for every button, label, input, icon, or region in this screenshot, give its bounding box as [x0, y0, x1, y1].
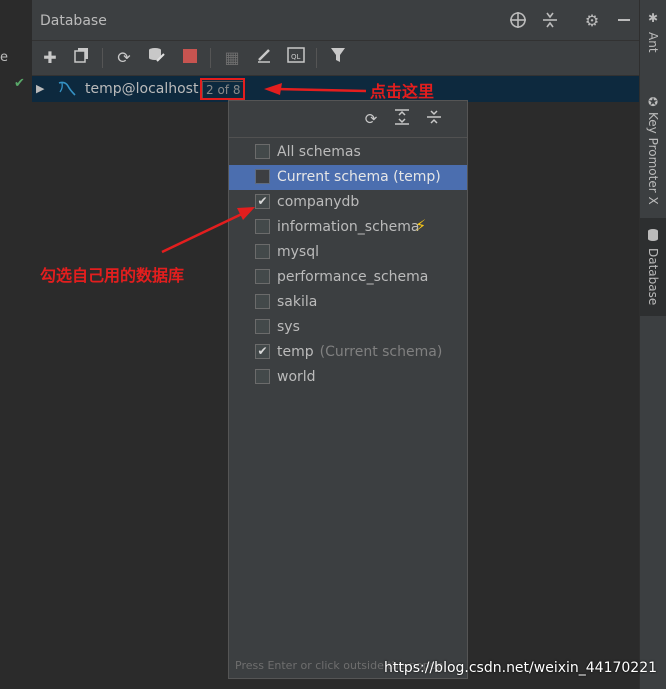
schema-label: temp (Current schema) — [277, 344, 442, 360]
schema-checkbox[interactable] — [255, 319, 270, 334]
schema-label: sys — [277, 319, 300, 335]
lightning-icon: ⚡ — [415, 216, 427, 235]
minimize-icon[interactable] — [614, 11, 634, 31]
schema-checkbox[interactable] — [255, 369, 270, 384]
table-icon[interactable]: ▦ — [220, 47, 244, 69]
expand-arrow-icon[interactable]: ▶ — [36, 82, 44, 95]
toolbar-separator — [210, 48, 211, 68]
edit-icon[interactable] — [252, 47, 276, 69]
schema-label: Current schema (temp) — [277, 169, 441, 185]
schema-label: world — [277, 369, 316, 385]
schema-checkbox[interactable] — [255, 244, 270, 259]
mysql-dolphin-icon — [56, 80, 78, 98]
schema-checkbox[interactable]: ✔ — [255, 194, 270, 209]
tab-label: Ant — [646, 32, 660, 53]
schema-item-companydb[interactable]: ✔ companydb — [229, 190, 467, 215]
checkmark-icon: ✔ — [14, 76, 25, 91]
database-icon — [645, 228, 661, 244]
schema-popup: ⟳ All schemas Current schema (temp) ✔ co… — [228, 100, 468, 679]
schema-label: information_schema — [277, 219, 420, 235]
tree-row-connection[interactable]: ▶ temp@localhost 2 of 8 — [32, 76, 639, 102]
schema-item-sakila[interactable]: sakila — [229, 290, 467, 315]
schema-label: mysql — [277, 244, 319, 260]
schema-item-world[interactable]: world — [229, 365, 467, 390]
schema-settings-icon[interactable] — [144, 47, 168, 69]
right-tool-bar: ✱ Ant ✪ Key Promoter X Database — [639, 0, 666, 689]
schema-item-mysql[interactable]: mysql — [229, 240, 467, 265]
schema-item-performance-schema[interactable]: performance_schema — [229, 265, 467, 290]
annotation-click-here: 点击这里 — [370, 82, 435, 101]
schema-name: temp — [277, 344, 314, 360]
sql-console-icon[interactable]: QL — [284, 47, 308, 69]
stop-icon[interactable] — [178, 47, 202, 69]
key-promoter-icon: ✪ — [647, 95, 659, 109]
schema-checkbox[interactable] — [255, 144, 270, 159]
collapse-all-icon[interactable] — [540, 11, 560, 31]
panel-header: Database ⚙ — [32, 0, 639, 41]
filter-icon[interactable] — [326, 47, 350, 69]
schema-checkbox[interactable] — [255, 294, 270, 309]
left-editor-strip: e ✔ — [0, 0, 33, 689]
schema-label: sakila — [277, 294, 318, 310]
connection-label: temp@localhost — [85, 81, 199, 97]
duplicate-icon[interactable] — [70, 47, 94, 69]
tab-label: Database — [646, 248, 660, 306]
crosshair-icon[interactable] — [508, 11, 528, 31]
popup-toolbar: ⟳ — [229, 101, 467, 138]
schema-label: All schemas — [277, 144, 361, 160]
schema-item-all[interactable]: All schemas — [229, 140, 467, 165]
schema-checkbox[interactable] — [255, 219, 270, 234]
left-strip-text: e — [0, 50, 8, 65]
current-schema-note: (Current schema) — [319, 344, 443, 360]
gear-icon[interactable]: ⚙ — [582, 11, 602, 31]
panel-title: Database — [40, 13, 107, 29]
schema-item-sys[interactable]: sys — [229, 315, 467, 340]
schema-label: companydb — [277, 194, 360, 210]
toolbar-separator — [316, 48, 317, 68]
schema-label: performance_schema — [277, 269, 429, 285]
annotation-highlight-box — [200, 78, 245, 100]
toolbar: ✚ ⟳ ▦ QL — [32, 41, 639, 76]
tab-ant[interactable]: ✱ Ant — [640, 0, 666, 66]
annotation-select-your-db: 勾选自己用的数据库 — [40, 266, 185, 285]
expand-all-icon[interactable] — [392, 109, 412, 129]
ant-icon: ✱ — [647, 11, 659, 25]
schema-item-information-schema[interactable]: information_schema ⚡ — [229, 215, 467, 240]
add-icon[interactable]: ✚ — [38, 47, 62, 69]
tab-database[interactable]: Database — [640, 218, 666, 316]
schema-checkbox[interactable] — [255, 169, 270, 184]
schema-checkbox[interactable] — [255, 269, 270, 284]
refresh-icon[interactable]: ⟳ — [361, 109, 381, 129]
refresh-icon[interactable]: ⟳ — [112, 47, 136, 69]
schema-item-current[interactable]: Current schema (temp) — [229, 165, 467, 190]
watermark: https://blog.csdn.net/weixin_44170221 — [384, 660, 658, 676]
collapse-all-icon[interactable] — [424, 109, 444, 129]
svg-text:QL: QL — [291, 53, 301, 61]
schema-item-temp[interactable]: ✔ temp (Current schema) — [229, 340, 467, 365]
tab-label: Key Promoter X — [646, 112, 660, 205]
schema-checkbox[interactable]: ✔ — [255, 344, 270, 359]
toolbar-separator — [102, 48, 103, 68]
tab-key-promoter[interactable]: ✪ Key Promoter X — [640, 90, 666, 210]
